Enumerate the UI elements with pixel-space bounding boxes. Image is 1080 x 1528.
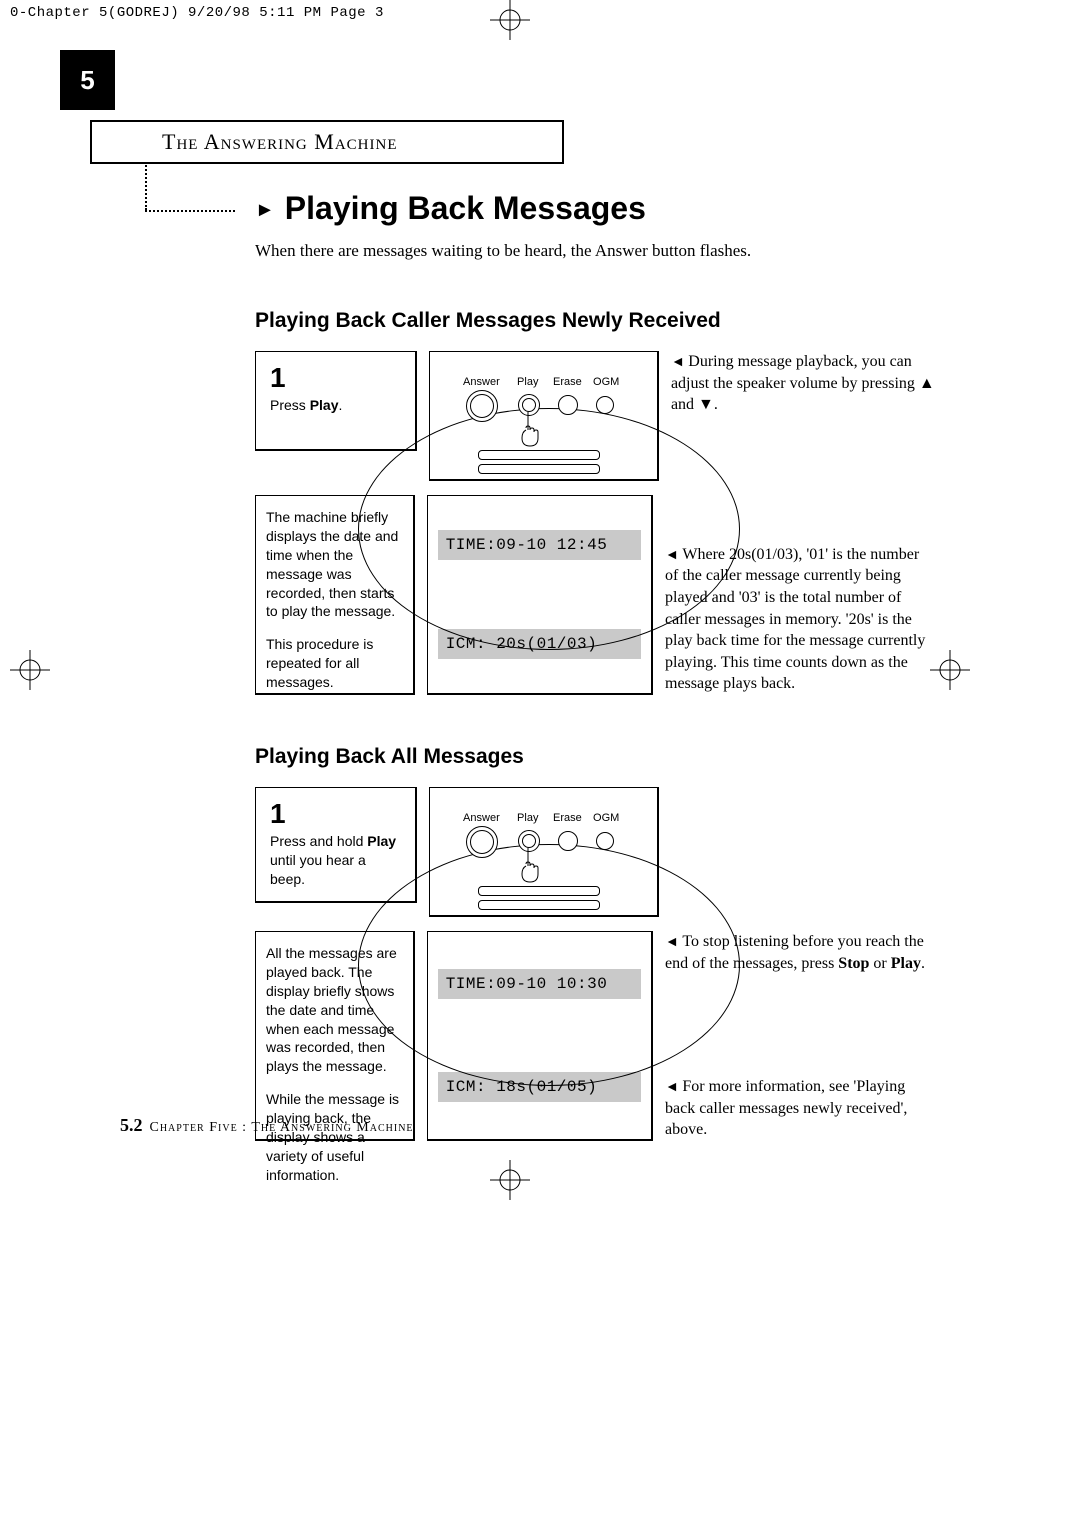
- crop-mark-top: [490, 0, 530, 40]
- step2-text: Press and hold Play until you hear a bee…: [270, 832, 401, 889]
- main-title: Playing Back Messages: [255, 190, 935, 227]
- side-note-4-text: For more information, see 'Playing back …: [665, 1078, 907, 1138]
- label-answer: Answer: [463, 812, 500, 824]
- erase-button-icon: [558, 395, 578, 415]
- prepress-header: 0-Chapter 5(GODREJ) 9/20/98 5:11 PM Page…: [10, 5, 384, 21]
- step1-text-c: .: [339, 397, 343, 413]
- machine-diagram-1: Answer Play Erase OGM: [429, 351, 659, 481]
- step2-text-b: Play: [367, 833, 396, 849]
- step2-number: 1: [270, 800, 401, 828]
- disp-txt-1b: This procedure is repeated for all messa…: [266, 635, 403, 692]
- step2-box: 1 Press and hold Play until you hear a b…: [255, 787, 417, 903]
- step2-text-a: Press and hold: [270, 833, 367, 849]
- step1-text-a: Press: [270, 397, 310, 413]
- content-area: Playing Back Messages When there are mes…: [255, 190, 935, 1141]
- subheading-2: Playing Back All Messages: [255, 745, 935, 769]
- label-play: Play: [517, 812, 538, 824]
- side-note-4: For more information, see 'Playing back …: [665, 1076, 935, 1141]
- pointing-hand-icon: [516, 846, 546, 886]
- side-note-1-text: During message playback, you can adjust …: [671, 353, 935, 413]
- footer-text: Chapter Five : The Answering Machine: [150, 1120, 414, 1135]
- sn3d: Play: [891, 955, 921, 972]
- label-ogm: OGM: [593, 812, 619, 824]
- step2-row: 1 Press and hold Play until you hear a b…: [255, 787, 935, 917]
- side-note-1: During message playback, you can adjust …: [671, 351, 935, 416]
- sn3b: Stop: [838, 955, 869, 972]
- subheading-1: Playing Back Caller Messages Newly Recei…: [255, 309, 935, 333]
- step2-text-c: until you hear a beep.: [270, 852, 366, 887]
- intro-text: When there are messages waiting to be he…: [255, 241, 935, 261]
- sn3e: .: [921, 955, 925, 972]
- dotted-connector-vertical: [145, 162, 147, 210]
- sn3c: or: [869, 955, 890, 972]
- step1-row: 1 Press Play. Answer Play Erase OGM: [255, 351, 935, 481]
- ogm-button-icon: [596, 832, 614, 850]
- crop-mark-right: [930, 650, 970, 690]
- page-number: 5.2: [120, 1115, 143, 1135]
- label-play: Play: [517, 376, 538, 388]
- section-title: The Answering Machine: [162, 129, 398, 155]
- label-erase: Erase: [553, 812, 582, 824]
- crop-mark-bottom: [490, 1160, 530, 1200]
- pointer-icon: [671, 353, 688, 370]
- label-erase: Erase: [553, 376, 582, 388]
- machine-diagram-2: Answer Play Erase OGM: [429, 787, 659, 917]
- ogm-button-icon: [596, 396, 614, 414]
- label-answer: Answer: [463, 376, 500, 388]
- step1-box: 1 Press Play.: [255, 351, 417, 451]
- dotted-connector-horizontal: [145, 210, 235, 212]
- chapter-tab: 5: [60, 50, 115, 110]
- page-footer: 5.2 Chapter Five : The Answering Machine: [120, 1115, 414, 1136]
- step1-text: Press Play.: [270, 396, 401, 415]
- step1-text-b: Play: [310, 397, 339, 413]
- erase-button-icon: [558, 831, 578, 851]
- disp-txt-2b: While the message is playing back, the d…: [266, 1090, 403, 1184]
- step1-number: 1: [270, 364, 401, 392]
- label-ogm: OGM: [593, 376, 619, 388]
- pointing-hand-icon: [516, 410, 546, 450]
- crop-mark-left: [10, 650, 50, 690]
- pointer-icon: [665, 1078, 682, 1095]
- section-title-box: The Answering Machine: [90, 120, 564, 164]
